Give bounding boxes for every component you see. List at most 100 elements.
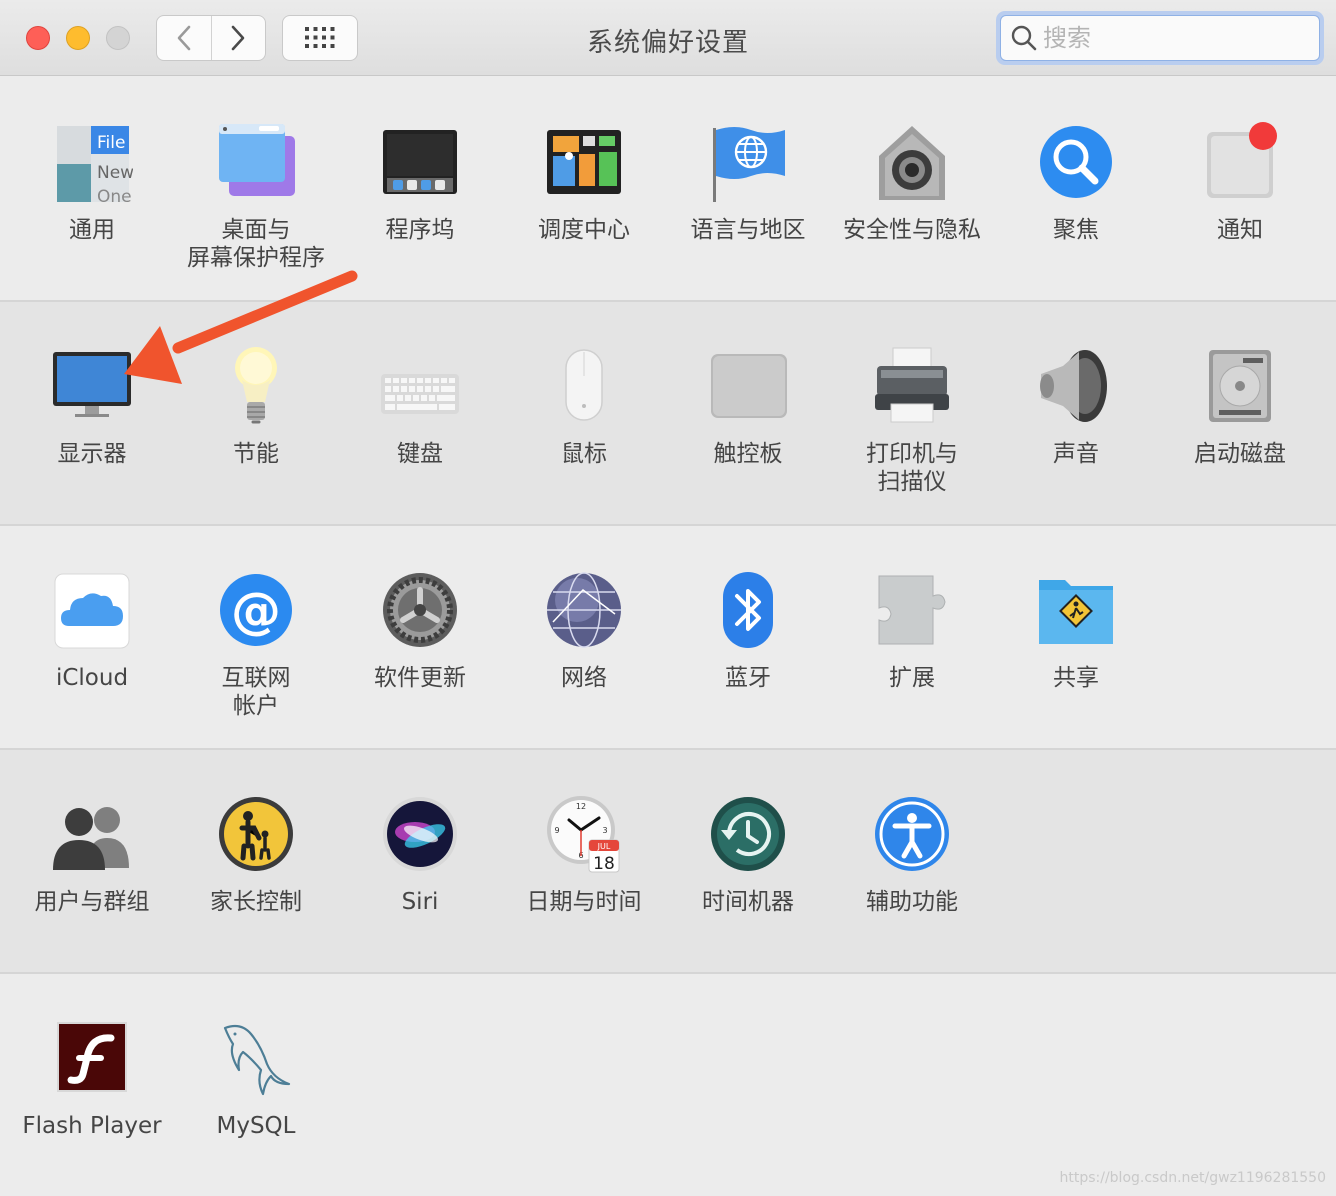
pane-dock[interactable]: 程序坞: [338, 78, 502, 278]
network-icon: [543, 570, 625, 652]
forward-button[interactable]: [210, 16, 266, 60]
pane-label: 节能: [233, 441, 279, 467]
sharing-icon: [1035, 570, 1117, 652]
pane-label: 触控板: [713, 441, 783, 467]
pane-siri[interactable]: Siri: [338, 750, 502, 950]
pane-label: 调度中心: [538, 217, 630, 243]
pane-internet-accounts[interactable]: @ 互联网 帐户: [174, 526, 338, 726]
startup-disk-icon: [1199, 346, 1281, 428]
pane-icloud[interactable]: iCloud: [10, 526, 174, 726]
pane-trackpad[interactable]: 触控板: [666, 302, 830, 502]
pane-startup-disk[interactable]: 启动磁盘: [1158, 302, 1322, 502]
pane-mission-control[interactable]: 调度中心: [502, 78, 666, 278]
time-machine-icon: [707, 794, 789, 876]
pane-keyboard[interactable]: 键盘: [338, 302, 502, 502]
pane-label: MySQL: [216, 1113, 296, 1139]
pane-notifications[interactable]: 通知: [1158, 78, 1322, 278]
svg-text:File: File: [97, 133, 125, 153]
calendar-day: 18: [593, 854, 615, 874]
pane-label: 声音: [1053, 441, 1099, 467]
extensions-icon: [871, 570, 953, 652]
pane-label: 家长控制: [210, 889, 302, 915]
icloud-icon: [51, 570, 133, 652]
pane-label: 启动磁盘: [1194, 441, 1286, 467]
navigation-buttons: [156, 15, 266, 61]
pane-software-update[interactable]: 软件更新: [338, 526, 502, 726]
energy-saver-icon: [215, 346, 297, 428]
spotlight-icon: [1035, 122, 1117, 204]
pane-label: Flash Player: [22, 1113, 162, 1139]
pane-accessibility[interactable]: 辅助功能: [830, 750, 994, 950]
title-bar: 系统偏好设置: [0, 0, 1336, 76]
search-icon: [1011, 25, 1037, 51]
pane-label: 打印机与 扫描仪: [866, 441, 958, 495]
printers-scanners-icon: [871, 346, 953, 428]
close-button[interactable]: [26, 26, 50, 50]
flash-player-icon: [51, 1018, 133, 1100]
pane-label: 网络: [561, 665, 607, 691]
pane-mouse[interactable]: 鼠标: [502, 302, 666, 502]
pane-extensions[interactable]: 扩展: [830, 526, 994, 726]
pane-sharing[interactable]: 共享: [994, 526, 1158, 726]
watermark: https://blog.csdn.net/gwz1196281550: [1059, 1170, 1326, 1186]
window-title: 系统偏好设置: [586, 28, 749, 58]
pane-label: 通用: [69, 217, 115, 243]
chevron-right-icon: [231, 25, 245, 51]
notifications-icon: [1199, 122, 1281, 204]
pane-label: Siri: [401, 889, 439, 915]
pane-label: 程序坞: [385, 217, 455, 243]
security-privacy-icon: [871, 122, 953, 204]
dock-icon: [379, 122, 461, 204]
show-all-button[interactable]: [282, 15, 358, 61]
pane-bluetooth[interactable]: 蓝牙: [666, 526, 830, 726]
internet-accounts-icon: @: [215, 570, 297, 652]
minimize-button[interactable]: [66, 26, 90, 50]
pane-energy-saver[interactable]: 节能: [174, 302, 338, 502]
pane-time-machine[interactable]: 时间机器: [666, 750, 830, 950]
pane-network[interactable]: 网络: [502, 526, 666, 726]
pane-label: 键盘: [397, 441, 443, 467]
pane-label: 蓝牙: [725, 665, 771, 691]
pane-mysql[interactable]: MySQL: [174, 974, 338, 1174]
pane-label: 软件更新: [374, 665, 466, 691]
trackpad-icon: [707, 346, 789, 428]
pane-date-time[interactable]: 12369 JUL 18 日期与时间: [502, 750, 666, 950]
pane-displays[interactable]: 显示器: [10, 302, 174, 502]
zoom-button[interactable]: [106, 26, 130, 50]
search-field[interactable]: [996, 11, 1324, 65]
pane-label: 互联网 帐户: [221, 665, 291, 719]
svg-text:@: @: [231, 582, 281, 640]
pane-label: 安全性与隐私: [843, 217, 981, 243]
pane-label: 语言与地区: [690, 217, 806, 243]
pane-printers-scanners[interactable]: 打印机与 扫描仪: [830, 302, 994, 502]
pane-label: 用户与群组: [34, 889, 150, 915]
pane-parental-controls[interactable]: 家长控制: [174, 750, 338, 950]
parental-controls-icon: [215, 794, 297, 876]
back-button[interactable]: [157, 16, 211, 60]
bluetooth-icon: [707, 570, 789, 652]
pane-general[interactable]: File New One 通用: [10, 78, 174, 278]
pane-label: iCloud: [55, 665, 129, 691]
pane-desktop-screensaver[interactable]: 桌面与 屏幕保护程序: [174, 78, 338, 278]
date-time-icon: 12369 JUL 18: [543, 794, 625, 876]
pane-label: 共享: [1053, 665, 1099, 691]
sound-icon: [1035, 346, 1117, 428]
pane-label: 显示器: [57, 441, 127, 467]
siri-icon: [379, 794, 461, 876]
pane-label: 通知: [1217, 217, 1263, 243]
svg-text:New: New: [97, 163, 133, 183]
pane-sound[interactable]: 声音: [994, 302, 1158, 502]
pane-label: 时间机器: [702, 889, 794, 915]
pane-label: 辅助功能: [866, 889, 958, 915]
pane-flash-player[interactable]: Flash Player: [10, 974, 174, 1174]
pane-label: 桌面与 屏幕保护程序: [187, 217, 325, 271]
chevron-left-icon: [177, 25, 191, 51]
pane-spotlight[interactable]: 聚焦: [994, 78, 1158, 278]
calendar-month: JUL: [597, 842, 611, 851]
mouse-icon: [543, 346, 625, 428]
pane-security-privacy[interactable]: 安全性与隐私: [830, 78, 994, 278]
pane-language-region[interactable]: 语言与地区: [666, 78, 830, 278]
search-input[interactable]: [1043, 24, 1303, 52]
accessibility-icon: [871, 794, 953, 876]
pane-users-groups[interactable]: 用户与群组: [10, 750, 174, 950]
